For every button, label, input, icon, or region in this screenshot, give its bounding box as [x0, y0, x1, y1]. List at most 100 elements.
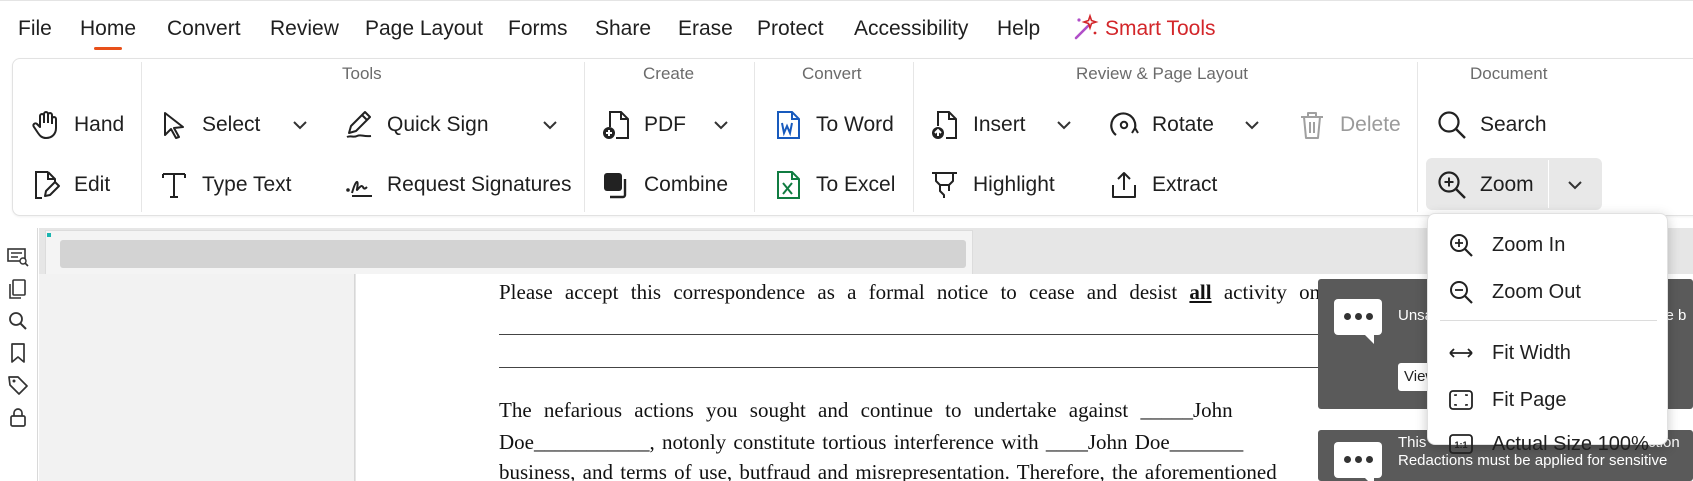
trash-icon [1301, 112, 1323, 139]
zoom-dropdown-menu: Zoom In Zoom Out Fit Width Fit Page 1:1 … [1427, 213, 1669, 455]
extract-button[interactable]: Extract [1108, 162, 1217, 208]
insert-label: Insert [973, 113, 1026, 136]
menu-protect[interactable]: Protect [757, 17, 824, 41]
document-tab[interactable] [60, 240, 966, 268]
tab-accent-mark [47, 233, 51, 237]
zoom-out-menu-item[interactable]: Zoom Out [1428, 271, 1669, 313]
edit-document-icon [35, 171, 60, 199]
zoom-button[interactable]: Zoom [1436, 162, 1534, 208]
search-label: Search [1480, 113, 1547, 136]
extract-upload-icon [1112, 172, 1136, 198]
svg-text:1:1: 1:1 [1454, 440, 1467, 450]
menu-bar: File Home Convert Review Page Layout For… [0, 0, 1693, 56]
menu-accessibility[interactable]: Accessibility [854, 17, 968, 41]
ribbon-divider [584, 62, 585, 212]
edit-tool-button[interactable]: Edit [30, 162, 110, 208]
menu-home[interactable]: Home [80, 17, 136, 50]
rotate-icon [1110, 112, 1139, 136]
menu-smart-tools[interactable]: Smart Tools [1105, 17, 1216, 41]
zoom-in-label: Zoom In [1492, 233, 1566, 256]
combine-label: Combine [644, 173, 729, 196]
zoom-in-icon [1438, 171, 1466, 199]
cursor-arrow-icon [164, 112, 184, 139]
highlight-button[interactable]: Highlight [929, 162, 1055, 208]
pdf-dropdown-chevron-icon[interactable] [710, 114, 732, 136]
new-pdf-icon [603, 111, 629, 139]
zoom-in-menu-item[interactable]: Zoom In [1428, 224, 1669, 266]
menu-file[interactable]: File [18, 17, 52, 41]
type-text-button[interactable]: Type Text [158, 162, 292, 208]
ribbon-divider [754, 62, 755, 212]
delete-label: Delete [1340, 113, 1401, 136]
insert-dropdown-chevron-icon[interactable] [1053, 114, 1075, 136]
rotate-dropdown-chevron-icon[interactable] [1241, 114, 1263, 136]
highlight-label: Highlight [973, 173, 1055, 196]
menu-forms[interactable]: Forms [508, 17, 568, 41]
quick-sign-dropdown-chevron-icon[interactable] [539, 114, 561, 136]
lock-icon[interactable] [7, 406, 29, 428]
comment-bubble-icon [1334, 299, 1382, 344]
zoom-in-icon [1450, 234, 1473, 257]
group-title-review: Review & Page Layout [1076, 64, 1248, 83]
document-text: Please accept this correspondence as a f… [499, 280, 1178, 304]
comment-bubble-icon [1334, 442, 1382, 481]
select-tool-button[interactable]: Select [158, 102, 260, 148]
group-title-tools: Tools [342, 64, 382, 83]
request-signatures-label: Request Signatures [387, 173, 572, 196]
actual-size-label: Actual Size 100% [1492, 432, 1649, 455]
extract-label: Extract [1152, 173, 1218, 196]
tag-icon[interactable] [7, 374, 29, 396]
hand-label: Hand [74, 113, 125, 136]
zoom-out-label: Zoom Out [1492, 280, 1581, 303]
fit-width-menu-item[interactable]: Fit Width [1428, 332, 1669, 374]
signature-pen-icon [346, 111, 372, 138]
rotate-button[interactable]: Rotate [1108, 102, 1214, 148]
bookmark-icon[interactable] [7, 342, 29, 364]
text-t-icon [162, 173, 186, 198]
search-button[interactable]: Search [1436, 102, 1547, 148]
group-title-convert: Convert [802, 64, 862, 83]
group-title-document: Document [1470, 64, 1548, 83]
zoom-out-icon [1450, 281, 1473, 304]
to-word-button[interactable]: To Word [772, 102, 894, 148]
combine-button[interactable]: Combine [600, 162, 728, 208]
fit-page-menu-item[interactable]: Fit Page [1428, 379, 1669, 421]
to-word-label: To Word [816, 113, 894, 136]
document-text-line: Please accept this correspondence as a f… [499, 280, 1320, 305]
document-text-line: Doe___________, notonly constitute torti… [499, 430, 1244, 454]
document-text-line: The nefarious actions you sought and con… [499, 398, 1233, 422]
request-signature-icon [346, 181, 372, 197]
fit-width-icon [1449, 348, 1473, 358]
menu-page-layout[interactable]: Page Layout [365, 17, 483, 41]
delete-button[interactable]: Delete [1296, 102, 1401, 148]
type-text-label: Type Text [202, 173, 292, 196]
zoom-dropdown-chevron-icon[interactable] [1564, 174, 1586, 196]
to-excel-button[interactable]: To Excel [772, 162, 895, 208]
pdf-label: PDF [644, 113, 686, 136]
request-signatures-button[interactable]: Request Signatures [343, 162, 571, 208]
ribbon-divider [141, 62, 142, 212]
hand-tool-button[interactable]: Hand [30, 102, 124, 148]
to-excel-label: To Excel [816, 173, 896, 196]
zoom-label: Zoom [1480, 173, 1534, 196]
side-panel [39, 274, 355, 481]
zoom-split-divider [1548, 160, 1549, 208]
search-icon[interactable] [7, 310, 29, 332]
quick-sign-label: Quick Sign [387, 113, 489, 136]
menu-help[interactable]: Help [997, 17, 1040, 41]
select-dropdown-chevron-icon[interactable] [289, 114, 311, 136]
edit-label: Edit [74, 173, 111, 196]
quick-sign-button[interactable]: Quick Sign [343, 102, 489, 148]
menu-erase[interactable]: Erase [678, 17, 733, 41]
pages-icon[interactable] [7, 278, 29, 300]
insert-button[interactable]: Insert [929, 102, 1026, 148]
actual-size-menu-item[interactable]: 1:1 Actual Size 100% [1428, 426, 1669, 462]
comments-search-icon[interactable] [7, 246, 29, 268]
actual-size-icon: 1:1 [1449, 434, 1473, 454]
menu-share[interactable]: Share [595, 17, 651, 41]
excel-file-icon [777, 171, 800, 199]
select-label: Select [202, 113, 261, 136]
menu-review[interactable]: Review [270, 17, 339, 41]
menu-convert[interactable]: Convert [167, 17, 241, 41]
create-pdf-button[interactable]: PDF [600, 102, 686, 148]
